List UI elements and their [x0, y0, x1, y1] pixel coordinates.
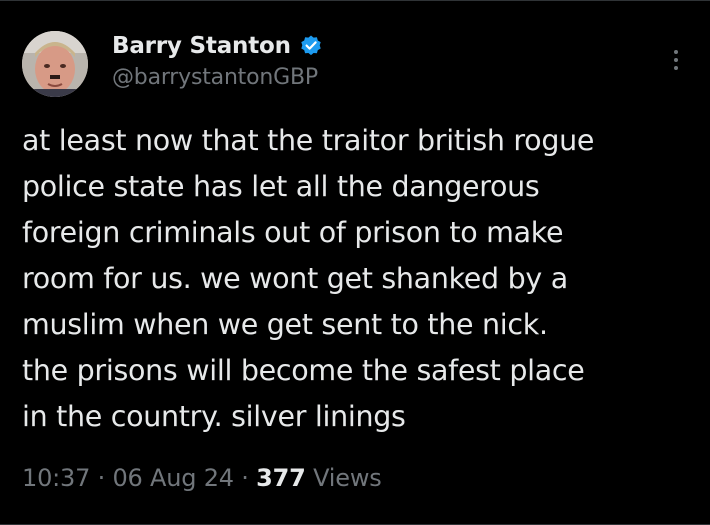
author-header: Barry Stanton @barrystantonGBP [112, 29, 323, 90]
tweet-text-line: the prisons will become the safest place [22, 354, 585, 387]
tweet-text-line: at least now that the traitor british ro… [22, 124, 595, 157]
meta-separator: · [90, 464, 113, 492]
tweet-text-line: foreign criminals out of prison to make [22, 216, 564, 249]
tweet-text-line: room for us. we wont get shanked by a [22, 262, 568, 295]
user-handle[interactable]: @barrystantonGBP [112, 65, 323, 90]
tweet-text: at least now that the traitor british ro… [22, 118, 702, 440]
tweet-text-line: police state has let all the dangerous [22, 170, 540, 203]
more-dot-icon [674, 66, 678, 70]
timestamp-time[interactable]: 10:37 [22, 464, 90, 492]
verified-badge-icon [299, 34, 323, 58]
tweet-text-line: in the country. silver linings [22, 400, 406, 433]
tweet-text-line: muslim when we get sent to the nick. [22, 308, 548, 341]
tweet-metadata: 10:37 · 06 Aug 24 · 377 Views [22, 464, 382, 492]
avatar[interactable] [22, 31, 88, 97]
name-row: Barry Stanton [112, 29, 323, 63]
display-name[interactable]: Barry Stanton [112, 33, 291, 59]
timestamp-date[interactable]: 06 Aug 24 [112, 464, 234, 492]
more-dot-icon [674, 58, 678, 62]
avatar-photo-icon [22, 31, 88, 97]
meta-separator: · [233, 464, 257, 492]
views-label: Views [305, 464, 382, 492]
more-options-button[interactable] [664, 45, 688, 75]
views-count[interactable]: 377 [256, 464, 306, 492]
tweet-card: Barry Stanton @barrystantonGBP at least … [0, 0, 710, 525]
more-dot-icon [674, 50, 678, 54]
